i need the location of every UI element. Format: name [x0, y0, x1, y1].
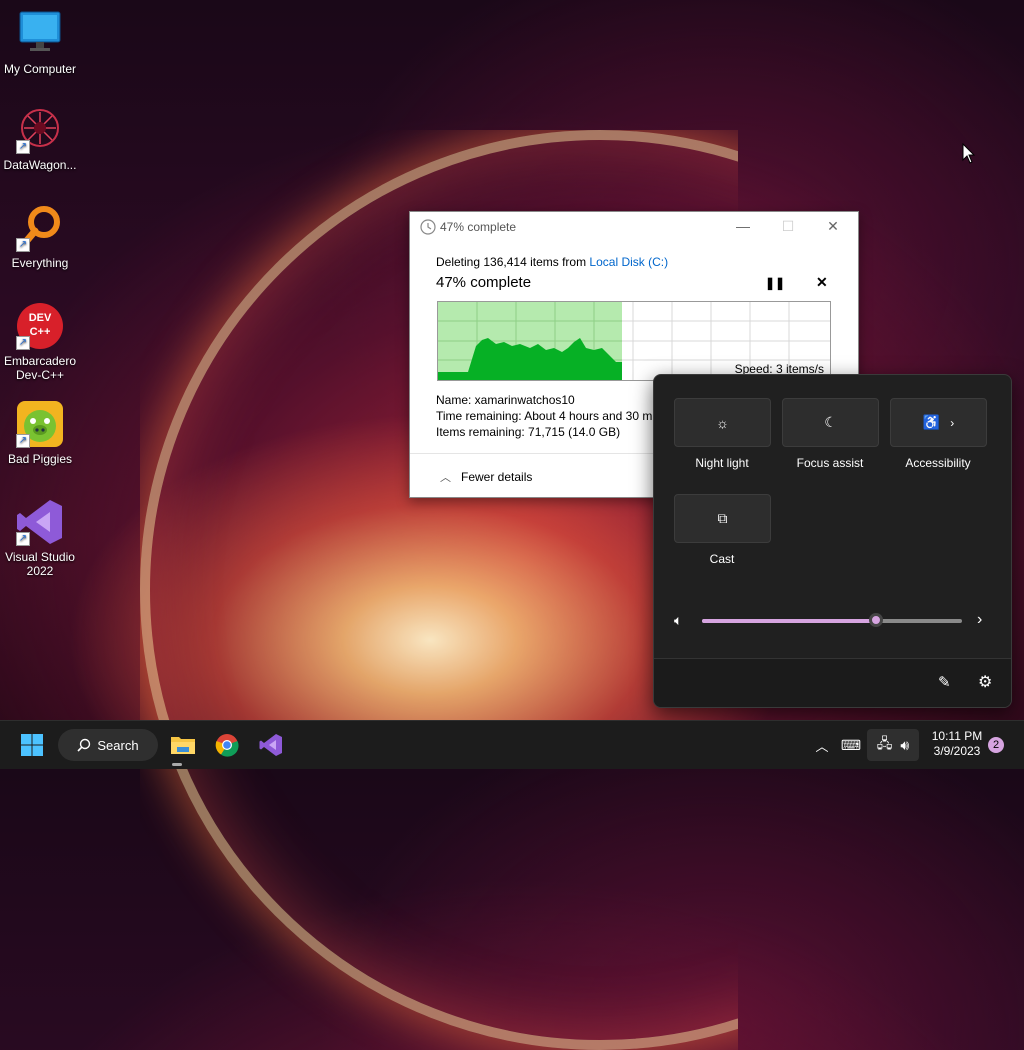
- audio-output-chevron-icon[interactable]: ›: [977, 611, 982, 629]
- deleting-line: Deleting 136,414 items from Local Disk (…: [436, 255, 668, 269]
- search-icon: [77, 738, 91, 752]
- chevron-up-icon[interactable]: ︿: [812, 729, 832, 761]
- cast-button[interactable]: ⧉: [674, 494, 771, 543]
- brightness-icon: ☼: [716, 414, 729, 431]
- items-remaining-row: Items remaining: 71,715 (14.0 GB): [436, 425, 621, 439]
- devcpp-icon: DEV C++ ↗: [16, 302, 64, 350]
- desktop-icon-everything[interactable]: ↗ Everything: [0, 204, 80, 270]
- location-link[interactable]: Local Disk (C:): [589, 255, 668, 269]
- settings-gear-icon[interactable]: ⚙: [978, 672, 992, 692]
- desktop-icon-devcpp[interactable]: DEV C++ ↗ Embarcadero Dev-C++: [0, 302, 80, 382]
- volume-icon: 🔊︎: [900, 736, 910, 753]
- running-indicator: [172, 763, 182, 766]
- desktop-icon-label: Everything: [11, 256, 69, 270]
- deleting-text: Deleting 136,414 items from: [436, 255, 590, 269]
- desktop-icon-bad-piggies[interactable]: ↗ Bad Piggies: [0, 400, 80, 466]
- speed-graph: Speed: 3 items/s: [437, 301, 831, 381]
- time-remaining-row: Time remaining: About 4 hours and 30 m: [436, 409, 653, 423]
- desktop-icon-label: Embarcadero Dev-C++: [3, 354, 77, 382]
- desktop-icon-label: My Computer: [3, 62, 77, 76]
- cast-label: Cast: [709, 552, 735, 566]
- fewer-details-toggle[interactable]: ︿ Fewer details: [440, 469, 532, 485]
- start-button[interactable]: [16, 729, 48, 761]
- desktop-icon-label: Bad Piggies: [7, 452, 73, 466]
- cancel-button[interactable]: ✕: [816, 274, 828, 291]
- speaker-icon[interactable]: 🔈︎: [674, 612, 682, 629]
- clock[interactable]: 10:11 PM 3/9/2023: [926, 729, 988, 759]
- close-button[interactable]: ✕: [813, 218, 853, 235]
- accessibility-icon: ♿: [922, 414, 941, 430]
- quick-settings-button[interactable]: 🖧︎ 🔊︎: [867, 729, 919, 761]
- search-label: Search: [97, 737, 139, 753]
- mouse-cursor-icon: [962, 143, 976, 164]
- folder-icon: [171, 737, 195, 754]
- visual-studio-icon: [259, 734, 282, 756]
- night-light-toggle[interactable]: ☼: [674, 398, 771, 447]
- quick-settings-footer: ✎ ⚙: [654, 658, 1011, 707]
- volume-fill: [702, 619, 877, 623]
- focus-assist-toggle[interactable]: ☾: [782, 398, 879, 447]
- bad-piggies-icon: ↗: [16, 400, 64, 448]
- pause-button[interactable]: ❚❚: [765, 276, 785, 290]
- dialog-title: 47% complete: [440, 220, 517, 234]
- desktop-icon-my-computer[interactable]: My Computer: [0, 10, 80, 76]
- keyboard-icon[interactable]: ⌨: [840, 729, 862, 761]
- shortcut-arrow-icon: ↗: [16, 434, 30, 448]
- file-explorer-button[interactable]: [168, 729, 198, 761]
- volume-slider[interactable]: [702, 613, 962, 627]
- visual-studio-icon: ↗: [16, 498, 64, 546]
- maximize-button[interactable]: ☐: [768, 218, 808, 235]
- clock-date: 3/9/2023: [933, 744, 981, 758]
- visual-studio-taskbar-button[interactable]: [256, 729, 286, 761]
- chevron-right-icon: ›: [950, 415, 955, 430]
- moon-icon: ☾: [824, 414, 837, 430]
- fewer-details-label: Fewer details: [461, 470, 533, 484]
- windows-logo-icon: [21, 734, 43, 756]
- shortcut-arrow-icon: ↗: [16, 238, 30, 252]
- notification-badge[interactable]: 2: [988, 737, 1004, 753]
- dialog-titlebar[interactable]: 47% complete — ☐ ✕: [410, 212, 858, 242]
- cast-icon: ⧉: [717, 510, 728, 526]
- network-icon: 🖧︎: [876, 735, 893, 751]
- devcpp-badge-text: DEV C++: [28, 312, 52, 338]
- shortcut-arrow-icon: ↗: [16, 532, 30, 546]
- shortcut-arrow-icon: ↗: [16, 336, 30, 350]
- taskbar-search-box[interactable]: Search: [58, 729, 158, 761]
- clock-icon: [420, 219, 436, 235]
- taskbar: Search ︿ ⌨ 🖧︎ 🔊︎ 10:11 PM 3/9/2023 2: [0, 720, 1024, 769]
- magnifier-icon: ↗: [16, 204, 64, 252]
- edit-pencil-icon[interactable]: ✎: [938, 673, 951, 691]
- desktop-icon-visual-studio[interactable]: ↗ Visual Studio 2022: [0, 498, 80, 578]
- name-row: Name: xamarinwatchos10: [436, 393, 575, 407]
- accessibility-label: Accessibility: [905, 456, 971, 470]
- chrome-icon: [215, 734, 239, 757]
- shortcut-arrow-icon: ↗: [16, 140, 30, 154]
- desktop-icon-label: DataWagon...: [3, 158, 77, 172]
- chevron-up-icon: ︿: [440, 472, 451, 484]
- volume-thumb[interactable]: [869, 613, 884, 627]
- details-block: Name: xamarinwatchos10 Time remaining: A…: [436, 392, 652, 440]
- minimize-button[interactable]: —: [723, 218, 763, 234]
- clock-time: 10:11 PM: [931, 729, 983, 743]
- quick-settings-panel: ☼ Night light ☾ Focus assist ♿ › Accessi…: [653, 374, 1012, 708]
- desktop-icon-label: Visual Studio 2022: [5, 550, 75, 578]
- accessibility-button[interactable]: ♿ ›: [890, 398, 987, 447]
- monitor-icon: [16, 10, 64, 58]
- focus-assist-label: Focus assist: [796, 456, 864, 470]
- desktop-icon-datawagon[interactable]: ↗ DataWagon...: [0, 106, 80, 172]
- night-light-label: Night light: [695, 456, 749, 470]
- datawagon-icon: ↗: [16, 106, 64, 154]
- progress-heading: 47% complete: [436, 274, 532, 291]
- chrome-button[interactable]: [212, 729, 242, 761]
